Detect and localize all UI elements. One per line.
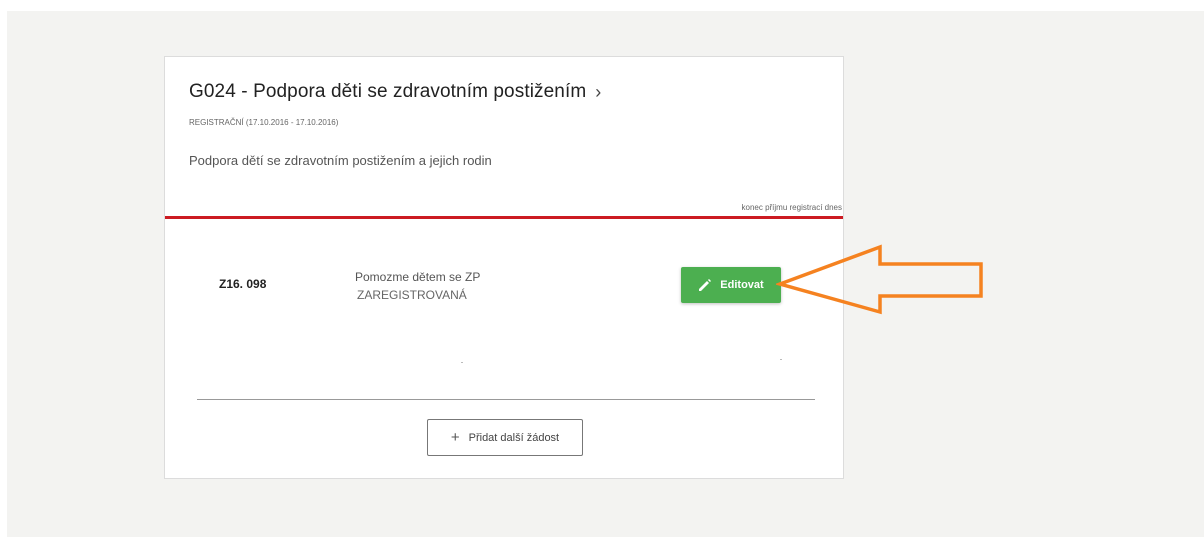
- edit-button[interactable]: Editovat: [681, 267, 781, 303]
- plus-icon: +: [450, 429, 460, 446]
- program-subtitle: REGISTRAČNÍ (17.10.2016 - 17.10.2016): [189, 118, 339, 127]
- request-status: ZAREGISTROVANÁ: [357, 288, 467, 302]
- arrow-left-icon: [776, 244, 983, 315]
- separator-dot: [780, 359, 782, 360]
- program-title-link[interactable]: G024 - Podpora děti se zdravotním postiž…: [189, 81, 601, 103]
- separator-dot: [461, 362, 463, 363]
- program-card: G024 - Podpora děti se zdravotním postiž…: [164, 56, 844, 479]
- add-request-label: Přidat další žádost: [468, 431, 560, 444]
- deadline-note: konec příjmu registrací dnes: [741, 203, 843, 212]
- program-description: Podpora dětí se zdravotním postižením a …: [189, 153, 492, 168]
- request-code: Z16. 098: [219, 277, 267, 291]
- accent-divider: [165, 216, 843, 219]
- pencil-icon: [698, 278, 712, 292]
- add-request-button[interactable]: + Přidat další žádost: [427, 419, 583, 456]
- program-title[interactable]: G024 - Podpora děti se zdravotním postiž…: [189, 81, 586, 103]
- chevron-right-icon[interactable]: ›: [595, 83, 601, 101]
- request-name: Pomozme dětem se ZP: [355, 270, 481, 284]
- edit-button-label: Editovat: [720, 279, 764, 291]
- section-divider: [197, 399, 815, 400]
